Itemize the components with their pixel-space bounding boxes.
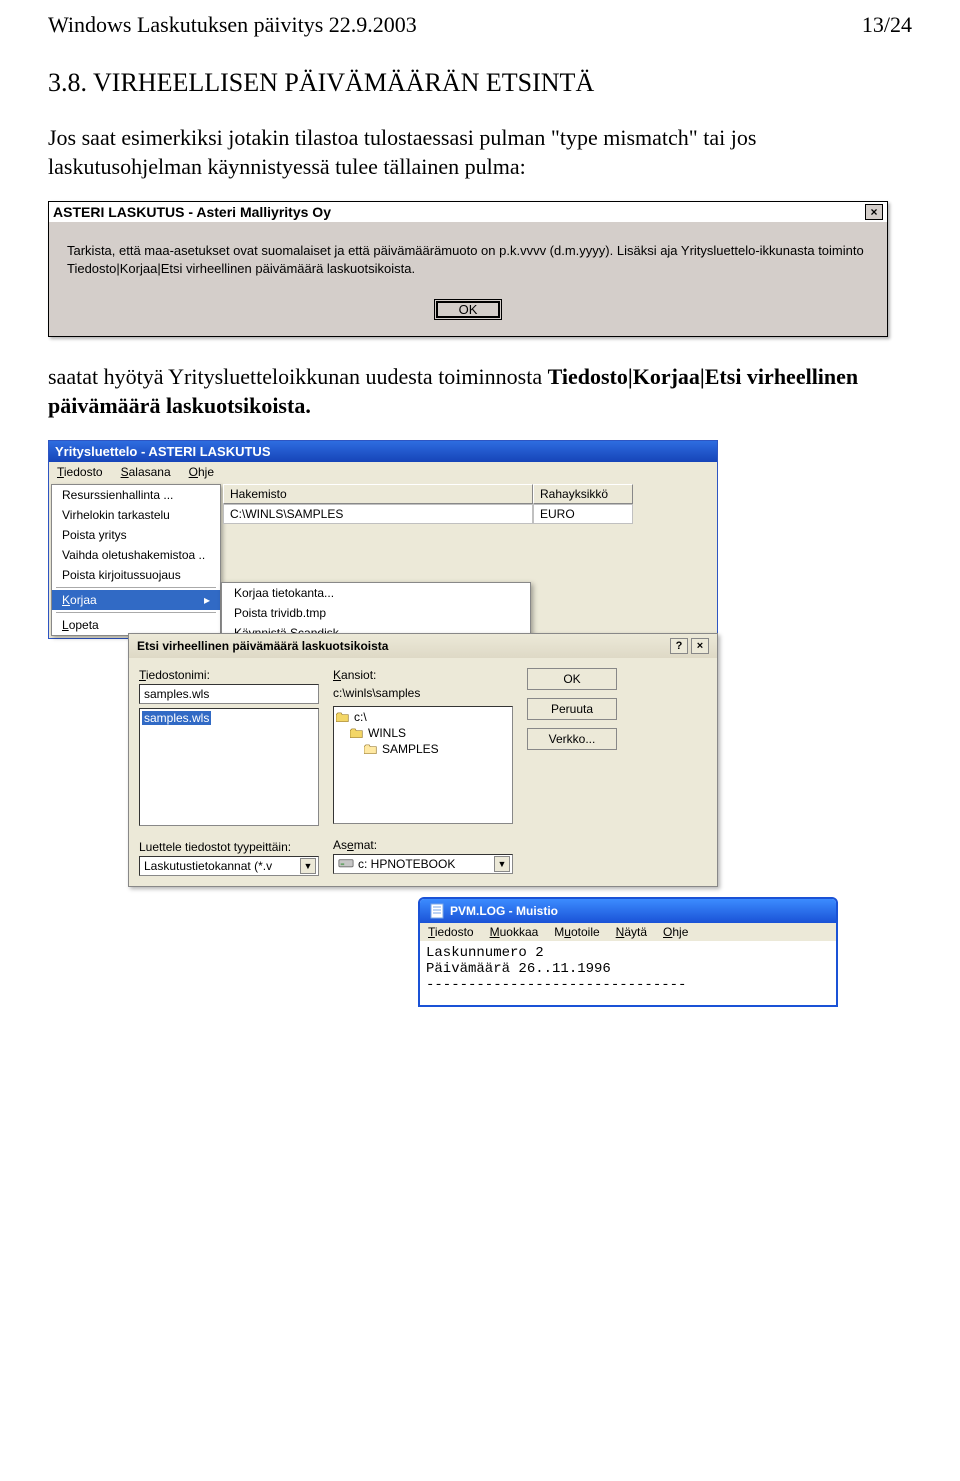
label-luettele: Luettele tiedostot tyypeittäin:	[139, 840, 319, 854]
menu-item-korjaa[interactable]: Korjaa ▸	[52, 590, 220, 610]
menu-separator	[56, 612, 216, 613]
col-raha[interactable]: Rahayksikkö	[533, 484, 633, 504]
sub-korjaa-tk[interactable]: Korjaa tietokanta...	[222, 583, 530, 603]
error-dialog: ASTERI LASKUTUS - Asteri Malliyritys Oy …	[48, 201, 888, 337]
col-hakemisto[interactable]: Hakemisto	[223, 484, 533, 504]
table-row[interactable]: C:\WINLS\SAMPLES EURO	[223, 504, 717, 524]
menu-item-lopeta[interactable]: Lopeta	[52, 615, 220, 635]
ok-button[interactable]: OK	[434, 299, 503, 320]
np-menu-tiedosto[interactable]: Tiedosto	[428, 925, 474, 939]
notepad-menubar: Tiedosto Muokkaa Muotoile Näytä Ohje	[420, 923, 836, 941]
yritysluettelo-window: Yritysluettelo - ASTERI LASKUTUS Tiedost…	[48, 440, 718, 639]
menu-item-vaihda[interactable]: Vaihda oletushakemistoa ..	[52, 545, 220, 565]
close-icon[interactable]: ×	[865, 204, 883, 220]
menu-salasana[interactable]: Salasana	[121, 465, 171, 479]
np-menu-ohje[interactable]: Ohje	[663, 925, 688, 939]
current-folder: c:\winls\samples	[333, 684, 513, 702]
paragraph-2a: saatat hyötyä Yritysluetteloikkunan uude…	[48, 364, 548, 389]
file-dialog: Etsi virheellinen päivämäärä laskuotsiko…	[128, 633, 718, 887]
paragraph-1: Jos saat esimerkiksi jotakin tilastoa tu…	[48, 124, 912, 181]
np-menu-muotoile[interactable]: Muotoile	[554, 925, 599, 939]
menu-separator	[56, 587, 216, 588]
filename-input[interactable]	[139, 684, 319, 704]
section-heading: 3.8. VIRHEELLISEN PÄIVÄMÄÄRÄN ETSINTÄ	[48, 68, 912, 98]
notepad-icon	[430, 903, 444, 919]
notepad-window: PVM.LOG - Muistio Tiedosto Muokkaa Muoto…	[418, 897, 838, 1007]
drive-value: c: HPNOTEBOOK	[358, 857, 455, 871]
network-button[interactable]: Verkko...	[527, 728, 617, 750]
submenu-arrow-icon: ▸	[204, 593, 210, 607]
error-dialog-title: ASTERI LASKUTUS - Asteri Malliyritys Oy	[53, 204, 331, 220]
chevron-down-icon: ▼	[300, 858, 316, 874]
chevron-down-icon: ▼	[494, 856, 510, 872]
folder-open-icon	[350, 728, 364, 739]
label-asemat: Asemat:	[333, 838, 513, 852]
label-tiedostonimi: Tiedostonimi:	[139, 668, 319, 682]
close-icon[interactable]: ×	[691, 638, 709, 654]
cell-raha: EURO	[533, 504, 633, 524]
filetype-value: Laskutustietokannat (*.v	[144, 859, 272, 873]
menu-tiedosto[interactable]: Tiedosto	[57, 465, 103, 479]
drive-icon	[338, 858, 354, 870]
menu-item-poista-yritys[interactable]: Poista yritys	[52, 525, 220, 545]
drive-dropdown[interactable]: c: HPNOTEBOOK ▼	[333, 854, 513, 874]
window-title: Yritysluettelo - ASTERI LASKUTUS	[49, 441, 717, 462]
cell-hakemisto: C:\WINLS\SAMPLES	[223, 504, 533, 524]
folder-tree[interactable]: c:\ WINLS SAMPLES	[333, 706, 513, 824]
doc-header-right: 13/24	[862, 12, 912, 38]
filetype-dropdown[interactable]: Laskutustietokannat (*.v ▼	[139, 856, 319, 876]
folder-samples[interactable]: SAMPLES	[336, 741, 510, 757]
np-menu-muokkaa[interactable]: Muokkaa	[490, 925, 539, 939]
file-dialog-title: Etsi virheellinen päivämäärä laskuotsiko…	[137, 639, 388, 653]
menubar: Tiedosto Salasana Ohje	[49, 462, 717, 482]
menu-item-virhelokin[interactable]: Virhelokin tarkastelu	[52, 505, 220, 525]
folder-c[interactable]: c:\	[336, 709, 510, 725]
folder-open-icon	[336, 712, 350, 723]
ok-button[interactable]: OK	[527, 668, 617, 690]
cancel-button[interactable]: Peruuta	[527, 698, 617, 720]
notepad-content[interactable]: Laskunnumero 2 Päivämäärä 26..11.1996 --…	[420, 941, 836, 1005]
file-listbox[interactable]: samples.wls	[139, 708, 319, 826]
menu-item-poistakirj[interactable]: Poista kirjoitussuojaus	[52, 565, 220, 585]
doc-header-left: Windows Laskutuksen päivitys 22.9.2003	[48, 12, 417, 38]
label-kansiot: Kansiot:	[333, 668, 513, 682]
menu-ohje[interactable]: Ohje	[189, 465, 214, 479]
np-menu-nayta[interactable]: Näytä	[616, 925, 647, 939]
file-list-item[interactable]: samples.wls	[142, 711, 211, 725]
folder-icon	[364, 744, 378, 755]
menu-item-resurssi[interactable]: Resurssienhallinta ...	[52, 485, 220, 505]
notepad-title: PVM.LOG - Muistio	[450, 904, 558, 918]
error-message: Tarkista, että maa-asetukset ovat suomal…	[49, 222, 887, 291]
help-icon[interactable]: ?	[670, 638, 688, 654]
folder-winls[interactable]: WINLS	[336, 725, 510, 741]
paragraph-2: saatat hyötyä Yritysluetteloikkunan uude…	[48, 363, 912, 420]
sub-poista-tri[interactable]: Poista trividb.tmp	[222, 603, 530, 623]
tiedosto-dropdown-menu: Resurssienhallinta ... Virhelokin tarkas…	[51, 484, 221, 636]
